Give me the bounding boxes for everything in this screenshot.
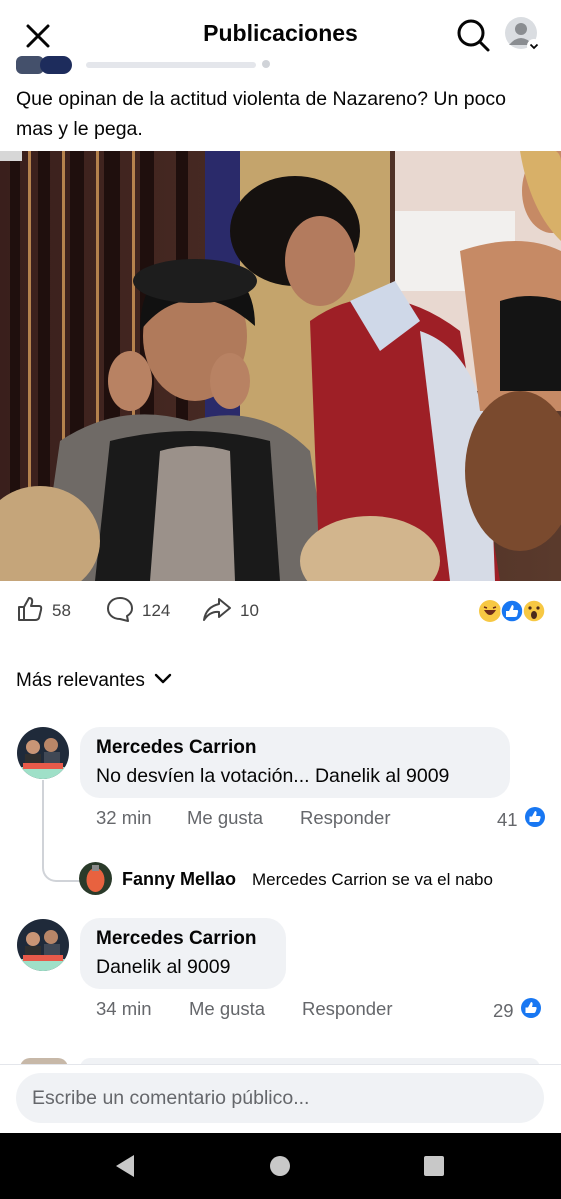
reply-author[interactable]: Fanny Mellao	[122, 869, 236, 890]
comment-like-count: 29	[493, 999, 514, 1021]
comment-reactions[interactable]: 41	[497, 806, 546, 833]
comment-reply-button[interactable]: Responder	[300, 807, 391, 829]
comment-like-button[interactable]: Me gusta	[189, 998, 265, 1020]
avatar[interactable]	[17, 727, 69, 779]
post-author-row	[0, 56, 561, 76]
comment-bubble: Mercedes Carrion Danelik al 9009	[80, 918, 286, 989]
comment-button[interactable]: 124	[106, 595, 170, 627]
reply-thread-line	[42, 780, 82, 882]
share-count: 10	[240, 601, 259, 620]
share-arrow-icon	[202, 595, 232, 628]
comment-reply-button[interactable]: Responder	[302, 998, 393, 1020]
profile-avatar-button[interactable]	[505, 17, 541, 53]
search-icon[interactable]	[454, 16, 492, 54]
comment-reactions[interactable]: 29	[493, 997, 542, 1024]
post-text: Que opinan de la actitud violenta de Naz…	[16, 88, 507, 140]
comment-sort-dropdown[interactable]: Más relevantes	[16, 668, 173, 694]
like-reaction-icon	[524, 806, 546, 833]
haha-reaction-icon	[479, 600, 501, 622]
comment-like-count: 41	[497, 808, 518, 830]
comment-text: No desvíen la votación... Danelik al 900…	[96, 765, 450, 787]
comment-input[interactable]	[16, 1073, 544, 1123]
like-reaction-icon	[500, 599, 524, 623]
comment-time: 34 min	[96, 998, 152, 1019]
avatar[interactable]	[79, 862, 112, 895]
home-circle-icon[interactable]	[270, 1156, 290, 1176]
reactions-summary[interactable]	[478, 598, 548, 624]
comment-icon	[106, 595, 134, 628]
comment-count: 124	[142, 601, 171, 620]
comment-author[interactable]: Mercedes Carrion	[96, 737, 494, 759]
recent-apps-square-icon[interactable]	[424, 1156, 444, 1176]
wow-reaction-icon	[522, 599, 546, 623]
like-button[interactable]: 58	[16, 595, 71, 627]
share-button[interactable]: 10	[202, 595, 259, 627]
reply-preview-text[interactable]: Mercedes Carrion se va el nabo	[252, 870, 493, 890]
like-reaction-icon	[520, 997, 542, 1024]
comment-text: Danelik al 9009	[96, 956, 231, 978]
like-count: 58	[52, 601, 71, 620]
thumbs-up-icon	[16, 595, 44, 628]
comment-time: 32 min	[96, 807, 152, 828]
back-triangle-icon[interactable]	[113, 1153, 137, 1179]
chevron-down-icon	[153, 668, 173, 694]
comment-like-button[interactable]: Me gusta	[187, 807, 263, 829]
avatar[interactable]	[17, 919, 69, 971]
comment-author[interactable]: Mercedes Carrion	[96, 928, 270, 950]
sort-label: Más relevantes	[16, 670, 145, 691]
post-image[interactable]	[0, 151, 561, 581]
comment-bubble: Mercedes Carrion No desvíen la votación.…	[80, 727, 510, 798]
